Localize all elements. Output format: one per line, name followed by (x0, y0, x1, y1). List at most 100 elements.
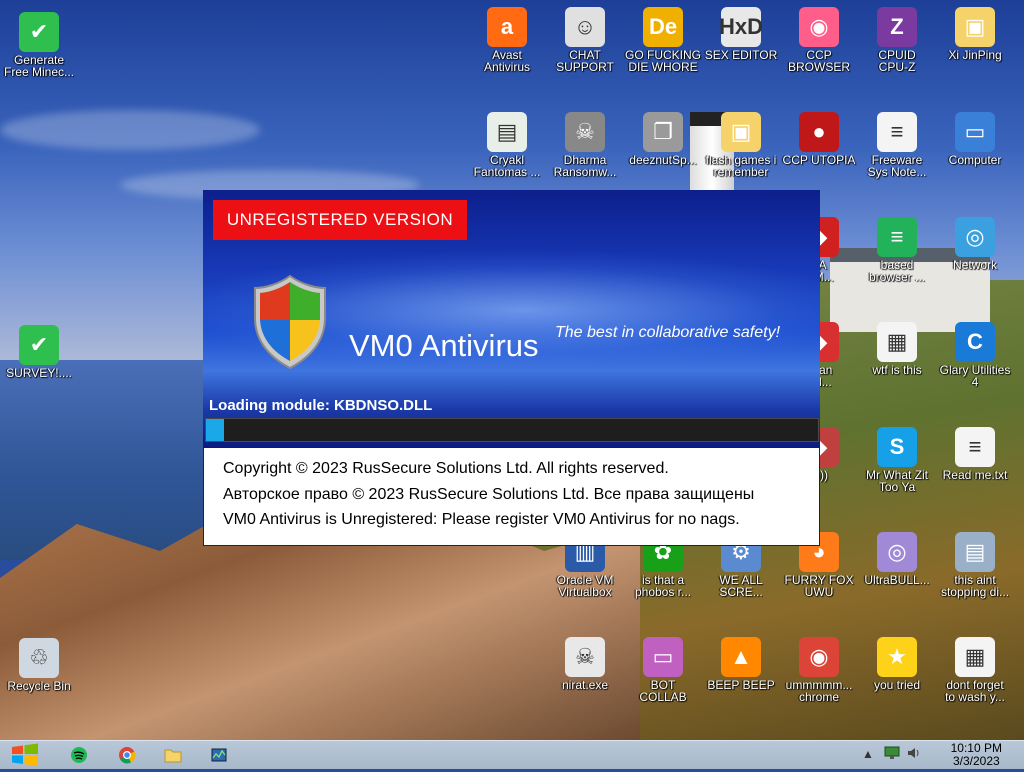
monitor-icon: ▭ (643, 637, 683, 677)
desktop-icon[interactable]: ✔ Generate Free Minec... (0, 12, 78, 78)
desktop-icon[interactable]: ☠ Dharma Ransomw... (546, 112, 624, 178)
desktop-icon[interactable]: ≡ based browser ... (858, 217, 936, 283)
desktop-icon-label: you tried (873, 678, 921, 692)
desktop-icon[interactable]: ▲ BEEP BEEP (702, 637, 780, 691)
copyright-line: Авторское право © 2023 RusSecure Solutio… (223, 485, 755, 503)
desktop-icon[interactable]: ◉ CCP BROWSER (780, 7, 858, 73)
desktop-icon[interactable]: ▣ Xi JinPing (936, 7, 1014, 61)
desktop-icon-label: wtf is this (872, 363, 922, 377)
computer-icon: ▭ (955, 112, 995, 152)
desktop-icon[interactable]: ★ you tried (858, 637, 936, 691)
desktop-icon-label: based browser ... (868, 258, 925, 284)
shield-logo-icon (251, 274, 329, 375)
desktop-icon[interactable]: ☺ CHAT SUPPORT (546, 7, 624, 73)
desktop-icon[interactable]: ♲ Recycle Bin (0, 638, 78, 692)
hex-editor-icon: HxD (719, 7, 763, 47)
desktop-icon-label: Read me.txt (942, 468, 1008, 482)
window-icon: ▤ (487, 112, 527, 152)
desktop-icon-label: Avast Antivirus (483, 48, 530, 74)
desktop-icon[interactable]: De GO FUCKING DIE WHORE (624, 7, 702, 73)
loading-progress-bar (205, 418, 819, 442)
desktop-icon[interactable]: ≡ Read me.txt (936, 427, 1014, 481)
avast-icon: a (487, 7, 527, 47)
shield-check-icon: ✔ (19, 12, 59, 52)
volume-tray-icon[interactable] (906, 746, 922, 763)
de-logo-icon: De (643, 7, 683, 47)
taskbar-clock[interactable]: 10:10 PM 3/3/2023 (951, 742, 1002, 768)
desktop-icon-label: Computer (948, 153, 1002, 167)
recycle-bin-icon: ♲ (19, 638, 59, 678)
skype-icon: S (877, 427, 917, 467)
desktop-icon-label: nirat.exe (561, 678, 609, 692)
desktop-icon[interactable]: ≡ Freeware Sys Note... (858, 112, 936, 178)
star-icon: ★ (877, 637, 917, 677)
wallpaper-cloud (0, 110, 260, 150)
chrome-icon: ◉ (799, 637, 839, 677)
ccp-utopia-icon: ● (799, 112, 839, 152)
desktop-icon-label: CCP UTOPIA (782, 153, 856, 167)
desktop-icon[interactable]: ◎ Network (936, 217, 1014, 271)
spotify-icon[interactable] (68, 744, 90, 766)
start-button[interactable] (8, 743, 42, 767)
folder-icon[interactable] (162, 744, 184, 766)
antivirus-splash-window: UNREGISTERED VERSION VM0 Antivirus The b… (203, 190, 820, 546)
vlc-icon: ▲ (721, 637, 761, 677)
desktop-icon-label: GO FUCKING DIE WHORE (624, 48, 701, 74)
product-name: VM0 Antivirus (349, 328, 539, 363)
desktop-icon-label: SURVEY!.... (6, 366, 72, 380)
desktop-icon[interactable]: ☠ nirat.exe (546, 637, 624, 691)
cpu-z-icon: Z (877, 7, 917, 47)
desktop-icon[interactable]: Z CPUID CPU-Z (858, 7, 936, 73)
desktop-icon[interactable]: ▭ BOT COLLAB (624, 637, 702, 703)
desktop-icon[interactable]: ● CCP UTOPIA (780, 112, 858, 166)
desktop-icon[interactable]: ▦ wtf is this (858, 322, 936, 376)
network-tray-icon[interactable] (884, 746, 900, 763)
html-file-icon: ▦ (955, 637, 995, 677)
loading-status: Loading module: KBDNSO.DLL (209, 397, 433, 414)
desktop-icon-label: Oracle VM Virtualbox (556, 573, 614, 599)
desktop-icon[interactable]: ✔ SURVEY!.... (0, 325, 78, 379)
stacked-windows-icon: ❐ (643, 112, 683, 152)
desktop-icon[interactable]: HxD SEX EDITOR (702, 7, 780, 61)
unregistered-badge: UNREGISTERED VERSION (213, 200, 467, 240)
desktop-icon[interactable]: ▤ this aint stopping di... (936, 532, 1014, 598)
desktop-icon[interactable]: ◉ ummmmm... chrome (780, 637, 858, 703)
text-file-icon: ≡ (877, 112, 917, 152)
desktop-icon-label: Recycle Bin (7, 679, 71, 693)
splash-banner: UNREGISTERED VERSION VM0 Antivirus The b… (203, 190, 820, 448)
desktop-icon[interactable]: ▤ Cryakl Fantomas ... (468, 112, 546, 178)
desktop-icon[interactable]: S Mr What Zit Too Ya (858, 427, 936, 493)
desktop-icon-label: Cryakl Fantomas ... (473, 153, 541, 179)
desktop-icon[interactable]: a Avast Antivirus (468, 7, 546, 73)
desktop-icon-label: CHAT SUPPORT (556, 48, 614, 74)
desktop-icon-label: BEEP BEEP (707, 678, 775, 692)
desktop-icon-label: Mr What Zit Too Ya (866, 468, 928, 494)
desktop-icon[interactable]: ▦ dont forget to wash y... (936, 637, 1014, 703)
desktop-icon[interactable]: ▭ Computer (936, 112, 1014, 166)
desktop-icon[interactable]: ▣ flash games i remember (702, 112, 780, 178)
product-tagline: The best in collaborative safety! (555, 324, 781, 341)
copyright-text: Copyright © 2023 RusSecure Solutions Ltd… (223, 456, 754, 533)
desktop-icon-label: BOT COLLAB (639, 678, 687, 704)
desktop-icon-label: ummmmm... chrome (785, 678, 853, 704)
progress-fill (206, 419, 225, 441)
show-hidden-icons-chevron-icon[interactable]: ▲ (862, 747, 874, 761)
desktop-icon-label: FURRY FOX UWU (784, 573, 854, 599)
desktop-icon-label: is that a phobos r... (634, 573, 692, 599)
desktop-icon-label: CCP BROWSER (787, 48, 850, 74)
chrome-icon[interactable] (116, 744, 138, 766)
desktop-icon-label: WE ALL SCRE... (719, 573, 763, 599)
shield-check-icon: ✔ (19, 325, 59, 365)
desktop-icon[interactable]: C Glary Utilities 4 (936, 322, 1014, 388)
desktop-icon-label: dont forget to wash y... (945, 678, 1005, 704)
google-docs-icon: ≡ (877, 217, 917, 257)
desktop-icon-label: flash games i remember (705, 153, 777, 179)
desktop-icon[interactable]: ◎ UltraBULL... (858, 532, 936, 586)
taskbar: ▲ 10:10 PM 3/3/2023 (0, 740, 1024, 769)
html-file-icon: ▦ (877, 322, 917, 362)
desktop-icon[interactable]: ❐ deeznutSp... (624, 112, 702, 166)
desktop-icon-label: this aint stopping di... (940, 573, 1010, 599)
ccp-browser-icon: ◉ (799, 7, 839, 47)
task-manager-icon[interactable] (208, 744, 230, 766)
desktop-icon-label: UltraBULL... (864, 573, 930, 587)
